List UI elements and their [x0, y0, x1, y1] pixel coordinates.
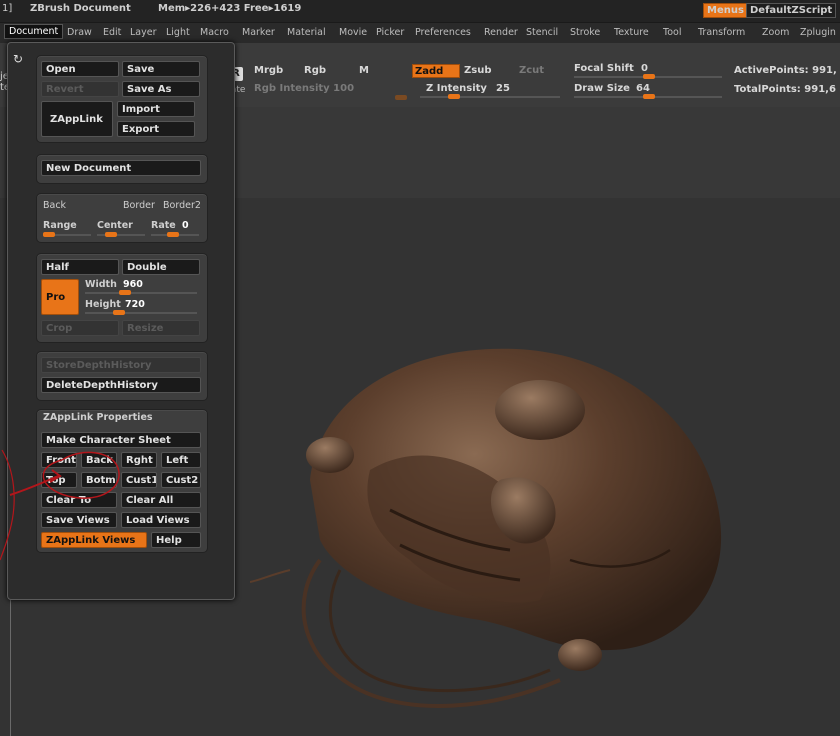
annotation-arrowhead — [49, 469, 62, 483]
annotation-arrow — [9, 475, 59, 496]
border-swatch-label[interactable]: Border — [123, 200, 155, 211]
refresh-icon[interactable]: ↻ — [13, 52, 23, 66]
z-intensity-value: 25 — [496, 83, 510, 94]
border2-swatch-label[interactable]: Border2 — [163, 200, 201, 211]
import-button[interactable]: Import — [117, 101, 195, 117]
pro-button[interactable]: Pro — [41, 279, 79, 315]
title-prefix: 1] — [2, 3, 13, 14]
z-intensity-label[interactable]: Z Intensity — [426, 83, 487, 94]
depth-history-group: StoreDepthHistory DeleteDepthHistory — [36, 351, 208, 401]
rate-knob[interactable] — [167, 232, 179, 237]
menu-macro[interactable]: Macro — [200, 27, 229, 38]
width-value: 960 — [123, 279, 143, 290]
annotation-circle — [42, 451, 120, 499]
left-view-button[interactable]: Left — [161, 452, 201, 468]
focal-shift-label[interactable]: Focal Shift — [574, 63, 634, 74]
stray-strand — [250, 569, 291, 583]
menu-texture[interactable]: Texture — [614, 27, 649, 38]
title-bar: 1] ZBrush Document Mem▸226+423 Free▸1619… — [0, 0, 840, 22]
zadd-button[interactable]: Zadd — [412, 64, 460, 78]
half-button[interactable]: Half — [41, 259, 119, 275]
ear-shape — [306, 437, 354, 473]
total-points-readout: TotalPoints: 991,6 — [734, 84, 836, 95]
height-knob[interactable] — [113, 310, 125, 315]
sculpt-model[interactable] — [250, 330, 760, 730]
width-knob[interactable] — [119, 290, 131, 295]
menu-picker[interactable]: Picker — [376, 27, 404, 38]
m-button[interactable]: M — [359, 65, 369, 76]
draw-size-label[interactable]: Draw Size — [574, 83, 630, 94]
zcut-button[interactable]: Zcut — [519, 65, 544, 76]
rate-label[interactable]: Rate — [151, 220, 176, 231]
focal-shift-knob[interactable] — [643, 74, 655, 79]
rgb-button[interactable]: Rgb — [304, 65, 326, 76]
menu-layer[interactable]: Layer — [130, 27, 157, 38]
menu-marker[interactable]: Marker — [242, 27, 275, 38]
menu-render[interactable]: Render — [484, 27, 518, 38]
store-depth-history-button[interactable]: StoreDepthHistory — [41, 357, 201, 373]
menu-stroke[interactable]: Stroke — [570, 27, 600, 38]
delete-depth-history-button[interactable]: DeleteDepthHistory — [41, 377, 201, 393]
draw-size-knob[interactable] — [643, 94, 655, 99]
crop-button[interactable]: Crop — [41, 320, 119, 336]
save-button[interactable]: Save — [122, 61, 200, 77]
rgb-intensity-knob[interactable] — [395, 95, 407, 100]
menu-transform[interactable]: Transform — [698, 27, 745, 38]
new-document-button[interactable]: New Document — [41, 160, 201, 176]
menu-material[interactable]: Material — [287, 27, 326, 38]
mrgb-button[interactable]: Mrgb — [254, 65, 283, 76]
height-track[interactable] — [85, 312, 197, 314]
custom2-view-button[interactable]: Cust2 — [161, 472, 201, 488]
menu-stencil[interactable]: Stencil — [526, 27, 558, 38]
width-label[interactable]: Width — [85, 279, 117, 290]
resize-button[interactable]: Resize — [122, 320, 200, 336]
default-zscript-button[interactable]: DefaultZScript — [746, 3, 837, 18]
active-points-readout: ActivePoints: 991, — [734, 65, 837, 76]
rgb-intensity-label[interactable]: Rgb Intensity 100 — [254, 83, 354, 94]
file-group: Open Save Revert Save As ZAppLink Import… — [36, 55, 208, 143]
zsub-button[interactable]: Zsub — [464, 65, 491, 76]
zapplink-properties-header[interactable]: ZAppLink Properties — [43, 412, 153, 423]
annotation-markup — [0, 449, 120, 561]
size-group: Half Double Pro Width 960 Height 720 Cro… — [36, 253, 208, 343]
center-knob[interactable] — [105, 232, 117, 237]
menu-zoom[interactable]: Zoom — [762, 27, 789, 38]
menu-movie[interactable]: Movie — [339, 27, 367, 38]
range-label[interactable]: Range — [43, 220, 77, 231]
menu-draw[interactable]: Draw — [67, 27, 92, 38]
menu-edit[interactable]: Edit — [103, 27, 121, 38]
z-intensity-knob[interactable] — [448, 94, 460, 99]
focal-shift-value: 0 — [641, 63, 648, 74]
menu-zplugin[interactable]: Zplugin — [800, 27, 836, 38]
menu-light[interactable]: Light — [166, 27, 190, 38]
menu-preferences[interactable]: Preferences — [415, 27, 471, 38]
memory-readout: Mem▸226+423 Free▸1619 — [158, 3, 302, 14]
brow-ridge — [495, 380, 585, 440]
background-group: Back Border Border2 Range Center Rate 0 — [36, 193, 208, 243]
z-intensity-track[interactable] — [420, 96, 560, 98]
double-button[interactable]: Double — [122, 259, 200, 275]
menu-tool[interactable]: Tool — [663, 27, 681, 38]
menus-button[interactable]: Menus — [703, 3, 748, 18]
export-button[interactable]: Export — [117, 121, 195, 137]
back-swatch-label[interactable]: Back — [43, 200, 66, 211]
width-track[interactable] — [85, 292, 197, 294]
height-value: 720 — [125, 299, 145, 310]
annotation-arc — [0, 449, 15, 561]
revert-button[interactable]: Revert — [41, 81, 119, 97]
save-as-button[interactable]: Save As — [122, 81, 200, 97]
height-label[interactable]: Height — [85, 299, 121, 310]
menu-document[interactable]: Document — [4, 24, 64, 39]
range-knob[interactable] — [43, 232, 55, 237]
center-label[interactable]: Center — [97, 220, 133, 231]
open-button[interactable]: Open — [41, 61, 119, 77]
menu-bar: Document Draw Edit Layer Light Macro Mar… — [0, 22, 840, 43]
zapplink-button[interactable]: ZAppLink — [41, 101, 113, 137]
new-document-group: New Document — [36, 154, 208, 184]
help-button[interactable]: Help — [151, 532, 201, 548]
draw-size-value: 64 — [636, 83, 650, 94]
rate-value: 0 — [182, 220, 189, 231]
chin-shape — [558, 639, 602, 671]
document-title: ZBrush Document — [30, 3, 131, 14]
